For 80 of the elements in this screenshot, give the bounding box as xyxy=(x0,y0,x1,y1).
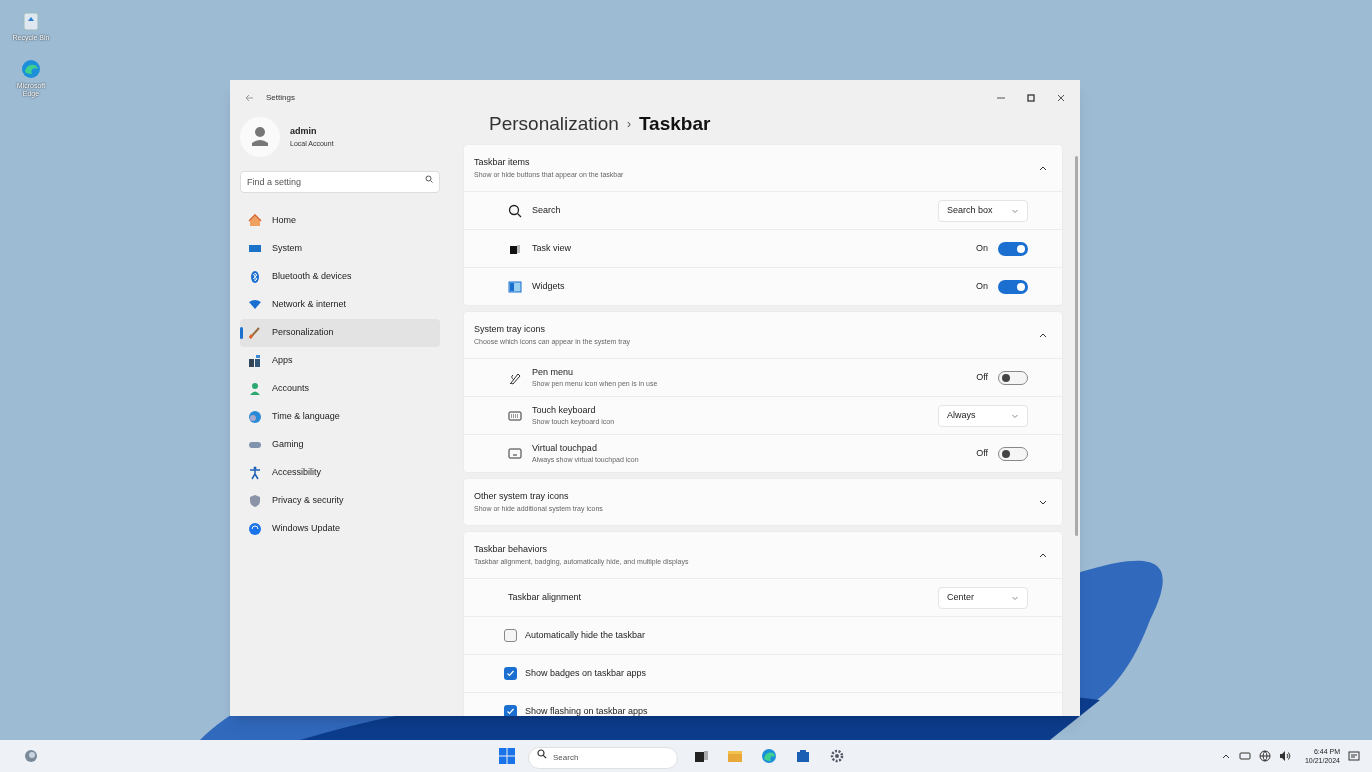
toggle-switch[interactable] xyxy=(998,446,1028,461)
keyboard-icon xyxy=(508,408,522,423)
checkbox-label: Show badges on taskbar apps xyxy=(525,666,647,680)
house-icon xyxy=(248,214,262,228)
checkbox[interactable] xyxy=(504,667,517,680)
keyboard-icon xyxy=(1238,751,1251,761)
toggle-switch[interactable] xyxy=(998,241,1028,256)
toggle-switch[interactable] xyxy=(998,370,1028,385)
dropdown[interactable]: Center xyxy=(938,586,1028,609)
setting-label: Pen menu xyxy=(532,365,575,379)
globe-icon xyxy=(1258,750,1271,762)
nav-item[interactable]: Privacy & security xyxy=(240,487,440,515)
setting-label: Task view xyxy=(532,241,571,255)
nav-item[interactable]: Home xyxy=(240,207,440,235)
store-icon[interactable] xyxy=(795,748,811,764)
checkmark-icon xyxy=(506,707,515,716)
account-name: admin xyxy=(290,125,318,138)
maximize-icon xyxy=(1026,93,1036,103)
page-title: Taskbar xyxy=(638,116,711,136)
breadcrumb-link[interactable]: Personalization xyxy=(489,116,619,139)
checkbox[interactable] xyxy=(504,705,517,716)
refresh-icon xyxy=(248,522,262,536)
setting-label: Search xyxy=(532,203,561,217)
nav-item[interactable]: Apps xyxy=(240,347,440,375)
checkmark-icon xyxy=(506,669,515,678)
touchpad-icon xyxy=(508,446,522,461)
nav-item[interactable]: Windows Update xyxy=(240,515,440,543)
checkbox[interactable] xyxy=(504,629,517,642)
setting-label: Virtual touchpad xyxy=(532,441,598,455)
widgets-icon xyxy=(508,279,522,294)
speaker-icon xyxy=(1278,750,1291,762)
section-title: Other system tray icons xyxy=(474,490,570,503)
checkbox-label: Show flashing on taskbar apps xyxy=(525,704,648,716)
taskbar-search[interactable]: Search xyxy=(528,746,678,769)
gear-icon[interactable] xyxy=(829,748,845,764)
dropdown[interactable]: Always xyxy=(938,404,1028,427)
nav-item[interactable]: Gaming xyxy=(240,431,440,459)
nav-item[interactable]: Accessibility xyxy=(240,459,440,487)
paintbrush-icon xyxy=(248,326,262,340)
toggle-state-label: On xyxy=(976,279,988,293)
toggle-switch[interactable] xyxy=(998,279,1028,294)
close-icon xyxy=(1056,93,1066,103)
browser-icon xyxy=(20,58,42,80)
nav-item[interactable]: Personalization xyxy=(240,319,440,347)
toggle-state-label: Off xyxy=(976,446,988,460)
nav-item[interactable]: Accounts xyxy=(240,375,440,403)
nav-item[interactable]: Network & internet xyxy=(240,291,440,319)
person-icon xyxy=(248,382,262,396)
search-icon xyxy=(508,203,522,218)
task-view-icon[interactable] xyxy=(693,748,709,764)
section-title: System tray icons xyxy=(474,323,547,336)
setting-label: Widgets xyxy=(532,279,565,293)
browser-icon[interactable] xyxy=(761,748,777,764)
start-icon xyxy=(498,747,516,765)
avatar-icon xyxy=(240,117,280,157)
weather-icon xyxy=(24,749,38,763)
back-arrow-icon xyxy=(244,93,254,103)
checkbox-label: Automatically hide the taskbar xyxy=(525,628,646,642)
accessibility-icon xyxy=(248,466,262,480)
nav-item[interactable]: Bluetooth & devices xyxy=(240,263,440,291)
selection-indicator xyxy=(240,327,243,339)
nav-item[interactable]: Time & language xyxy=(240,403,440,431)
bluetooth-icon xyxy=(248,270,262,284)
search-icon xyxy=(537,749,547,760)
scrollbar-thumb[interactable] xyxy=(1075,156,1078,536)
section-title: Taskbar items xyxy=(474,156,531,169)
shield-icon xyxy=(248,494,262,508)
window-title: Settings xyxy=(266,92,295,104)
section-title: Taskbar behaviors xyxy=(474,543,549,556)
notification-icon xyxy=(1348,750,1360,762)
toggle-state-label: On xyxy=(976,241,988,255)
setting-label: Touch keyboard xyxy=(532,403,597,417)
apps-icon xyxy=(248,354,262,368)
nav-item[interactable]: System xyxy=(240,235,440,263)
breadcrumb-separator: › xyxy=(626,116,631,133)
search-field[interactable]: Find a setting xyxy=(240,171,440,193)
toggle-state-label: Off xyxy=(976,370,988,384)
search-icon xyxy=(425,175,433,183)
dropdown[interactable]: Search box xyxy=(938,199,1028,222)
setting-label: Taskbar alignment xyxy=(508,590,582,604)
